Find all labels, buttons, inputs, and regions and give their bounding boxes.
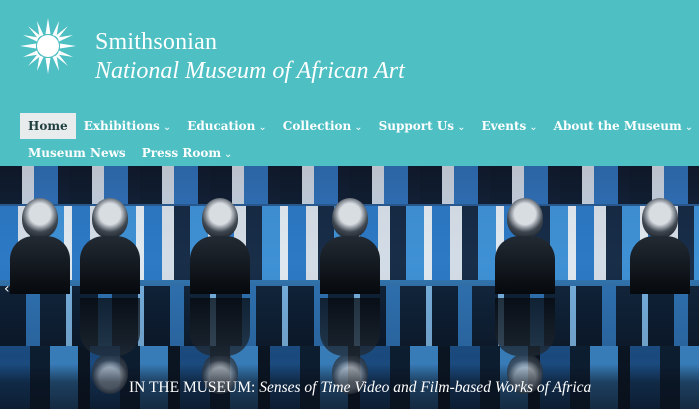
nav-item-collection[interactable]: Collection ⌄ [275, 113, 371, 139]
chevron-down-icon: ⌄ [224, 149, 233, 160]
nav-item-education[interactable]: Education ⌄ [179, 113, 275, 139]
brand-name[interactable]: Smithsonian [95, 29, 217, 56]
nav-item-label: Education [187, 119, 256, 133]
hero-figure [80, 198, 140, 294]
nav-item-label: About the Museum [553, 119, 682, 133]
caption-title: Senses of Time Video and Film-based Work… [259, 379, 592, 396]
chevron-down-icon: ⌄ [529, 122, 538, 133]
site-header: Smithsonian National Museum of African A… [0, 0, 699, 112]
nav-item-label: Home [28, 119, 68, 133]
hero-figure [495, 198, 555, 294]
chevron-left-icon[interactable]: ‹ [4, 282, 16, 296]
hero-figure [10, 198, 70, 294]
caption-prefix: IN THE MUSEUM: [129, 379, 256, 396]
hero-figure [630, 198, 690, 294]
nav-item-label: Support Us [378, 119, 455, 133]
nav-item-about-the-museum[interactable]: About the Museum ⌄ [546, 113, 699, 139]
nav-item-museum-news[interactable]: Museum News [20, 140, 134, 166]
chevron-down-icon: ⌄ [684, 122, 694, 133]
hero-figure [320, 198, 380, 294]
smithsonian-sunburst-icon[interactable] [18, 16, 78, 76]
nav-item-label: Press Room [141, 146, 222, 160]
nav-item-exhibitions[interactable]: Exhibitions ⌄ [76, 113, 180, 139]
nav-item-press-room[interactable]: Press Room ⌄ [134, 140, 241, 166]
main-navigation: Home Exhibitions ⌄ Education ⌄ Collection ⌄… [0, 112, 699, 166]
nav-item-label: Museum News [28, 146, 126, 160]
nav-item-label: Collection [282, 119, 352, 133]
hero-figure [190, 198, 250, 294]
nav-item-label: Exhibitions [83, 119, 160, 133]
hero-caption[interactable]: IN THE MUSEUM: Senses of Time Video and … [129, 379, 591, 397]
nav-item-events[interactable]: Events ⌄ [473, 113, 545, 139]
nav-row-primary: Home Exhibitions ⌄ Education ⌄ Collection ⌄… [20, 112, 699, 140]
nav-item-support-us[interactable]: Support Us ⌄ [371, 113, 474, 139]
chevron-down-icon: ⌄ [457, 122, 466, 133]
nav-row-secondary: Museum News Press Room ⌄ [20, 140, 240, 166]
chevron-down-icon: ⌄ [258, 122, 267, 133]
nav-item-home[interactable]: Home [20, 113, 76, 139]
museum-name[interactable]: National Museum of African Art [95, 58, 405, 85]
chevron-down-icon: ⌄ [162, 122, 172, 133]
nav-item-label: Events [481, 119, 527, 133]
chevron-down-icon: ⌄ [354, 122, 363, 133]
